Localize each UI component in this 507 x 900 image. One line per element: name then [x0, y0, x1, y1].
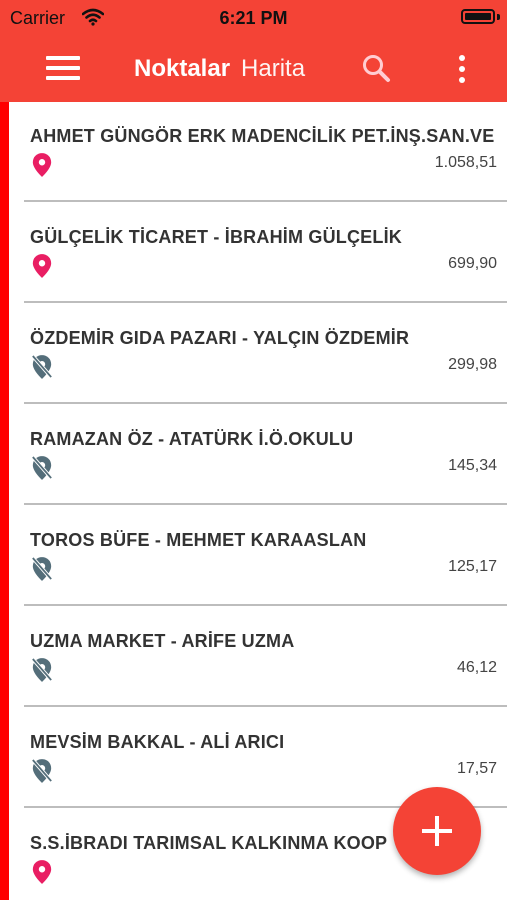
search-icon — [363, 55, 390, 82]
row-divider — [24, 200, 507, 202]
customer-name: TOROS BÜFE - MEHMET KARAASLAN — [30, 530, 367, 550]
customer-amount: 699,90 — [448, 255, 497, 272]
customer-name: RAMAZAN ÖZ - ATATÜRK İ.Ö.OKULU — [30, 429, 354, 449]
clock: 6:21 PM — [219, 8, 288, 28]
customer-amount: 145,34 — [448, 457, 497, 474]
customer-name: GÜLÇELİK TİCARET - İBRAHİM GÜLÇELİK — [30, 227, 402, 247]
location-pin-icon — [32, 254, 52, 278]
list-item[interactable]: UZMA MARKET - ARİFE UZMA 46,12 — [9, 607, 507, 707]
app-bar: Carrier 6:21 PM Noktalar Harita — [0, 0, 507, 102]
list-item[interactable]: ÖZDEMİR GIDA PAZARI - YALÇIN ÖZDEMİR 299… — [9, 304, 507, 404]
customer-name: AHMET GÜNGÖR ERK MADENCİLİK PET.İNŞ.SAN.… — [30, 126, 495, 146]
customer-amount: 17,57 — [456, 760, 497, 777]
battery-icon — [461, 9, 495, 24]
battery-tip — [497, 14, 500, 20]
tab-noktalar[interactable]: Noktalar — [134, 55, 230, 83]
list-item[interactable]: RAMAZAN ÖZ - ATATÜRK İ.Ö.OKULU 145,34 — [9, 405, 507, 505]
row-divider — [24, 503, 507, 505]
customer-name: S.S.İBRADI TARIMSAL KALKINMA KOOP — [30, 833, 388, 853]
tab-bar: Noktalar Harita — [134, 53, 305, 85]
list-item[interactable]: AHMET GÜNGÖR ERK MADENCİLİK PET.İNŞ.SAN.… — [9, 102, 507, 202]
list-item[interactable]: TOROS BÜFE - MEHMET KARAASLAN 125,17 — [9, 506, 507, 606]
location-pin-icon — [32, 860, 52, 884]
customer-amount: 299,98 — [448, 356, 497, 373]
location-off-icon — [31, 455, 53, 480]
more-options-button[interactable] — [450, 52, 474, 86]
row-divider — [24, 705, 507, 707]
menu-button[interactable] — [44, 52, 84, 86]
row-divider — [24, 402, 507, 404]
add-button[interactable] — [393, 787, 481, 875]
location-off-icon — [31, 354, 53, 379]
status-bar: Carrier 6:21 PM — [0, 0, 507, 36]
customer-amount: 46,12 — [456, 659, 497, 676]
customer-name: ÖZDEMİR GIDA PAZARI - YALÇIN ÖZDEMİR — [30, 328, 410, 348]
row-divider — [24, 604, 507, 606]
customer-amount: 1.058,51 — [434, 154, 497, 171]
left-accent-bar — [0, 102, 9, 900]
customer-name: UZMA MARKET - ARİFE UZMA — [30, 631, 295, 651]
customer-list: AHMET GÜNGÖR ERK MADENCİLİK PET.İNŞ.SAN.… — [9, 102, 507, 900]
location-off-icon — [31, 657, 53, 682]
location-off-icon — [31, 758, 53, 783]
tab-harita[interactable]: Harita — [241, 55, 305, 83]
list-item[interactable]: GÜLÇELİK TİCARET - İBRAHİM GÜLÇELİK 699,… — [9, 203, 507, 303]
location-pin-icon — [32, 153, 52, 177]
customer-name: MEVSİM BAKKAL - ALİ ARICI — [30, 732, 285, 752]
location-off-icon — [31, 556, 53, 581]
row-divider — [24, 301, 507, 303]
customer-amount: 125,17 — [448, 558, 497, 575]
search-button[interactable] — [360, 52, 394, 86]
